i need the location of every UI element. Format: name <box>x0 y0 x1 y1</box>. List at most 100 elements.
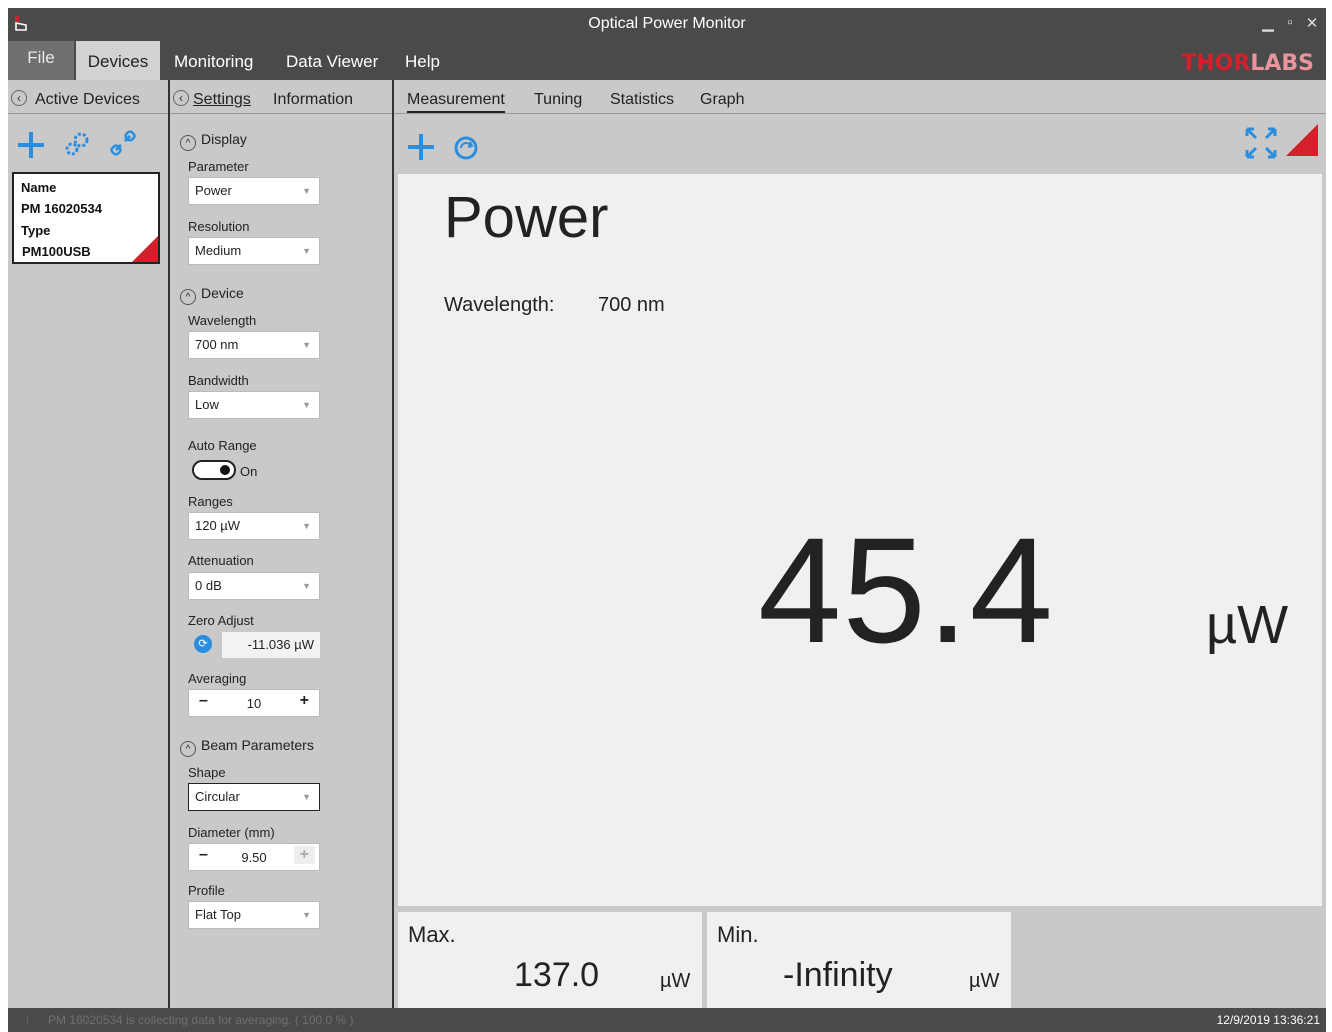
wavelength-display-value: 700 nm <box>598 294 665 316</box>
menu-bar: File Devices Monitoring Data Viewer Help… <box>8 41 1326 80</box>
averaging-label: Averaging <box>188 671 247 686</box>
measurement-panel: Measurement Tuning Statistics Graph Powe… <box>394 80 1326 1010</box>
attenuation-label: Attenuation <box>188 553 254 568</box>
chevron-down-icon: ▼ <box>302 792 311 802</box>
app-window: Optical Power Monitor ▁ ▫ ✕ File Devices… <box>8 8 1326 1032</box>
display-section-toggle[interactable]: ^ Display <box>180 131 247 151</box>
min-value: -Infinity <box>783 956 893 994</box>
active-devices-header: ‹ Active Devices <box>8 80 168 114</box>
measurement-value: 45.4 <box>758 506 1054 674</box>
averaging-increment-button[interactable]: + <box>300 692 309 710</box>
min-stat-box: Min. -Infinity µW <box>707 912 1011 1010</box>
panel-corner-marker <box>1286 124 1318 156</box>
profile-dropdown[interactable]: Flat Top ▼ <box>188 901 320 929</box>
chevron-up-icon: ^ <box>180 741 196 757</box>
thorlabs-logo: THORLABS <box>1181 51 1314 76</box>
main-tabs: Measurement Tuning Statistics Graph <box>394 80 1326 114</box>
maximize-icon[interactable]: ▫ <box>1280 14 1300 31</box>
parameter-label: Parameter <box>188 159 249 174</box>
wavelength-dropdown[interactable]: 700 nm ▼ <box>188 331 320 359</box>
shape-label: Shape <box>188 765 226 780</box>
chevron-down-icon: ▼ <box>302 246 311 256</box>
title-bar: Optical Power Monitor ▁ ▫ ✕ <box>8 8 1326 41</box>
wavelength-display-label: Wavelength: <box>444 294 555 316</box>
bandwidth-dropdown[interactable]: Low ▼ <box>188 391 320 419</box>
beam-section-toggle[interactable]: ^ Beam Parameters <box>180 737 314 757</box>
refresh-icon[interactable] <box>454 136 478 160</box>
chevron-down-icon: ▼ <box>302 400 311 410</box>
tab-measurement[interactable]: Measurement <box>407 91 505 113</box>
menu-help[interactable]: Help <box>405 41 440 80</box>
ranges-dropdown[interactable]: 120 µW ▼ <box>188 512 320 540</box>
active-devices-panel: ‹ Active Devices Name PM 16020534 Type P… <box>8 80 170 1008</box>
zero-adjust-value: -11.036 µW <box>222 632 320 658</box>
settings-panel: ‹ Settings Information ^ Display Paramete… <box>170 80 394 1008</box>
auto-range-toggle[interactable] <box>192 460 236 480</box>
device-card[interactable]: Name PM 16020534 Type PM100USB <box>12 172 160 264</box>
chevron-down-icon: ▼ <box>302 340 311 350</box>
chevron-down-icon: ▼ <box>302 186 311 196</box>
menu-data-viewer[interactable]: Data Viewer <box>286 41 378 80</box>
settings-header: ‹ Settings Information <box>170 80 392 114</box>
close-icon[interactable]: ✕ <box>1302 14 1322 32</box>
parameter-dropdown[interactable]: Power ▼ <box>188 177 320 205</box>
zero-adjust-label: Zero Adjust <box>188 613 254 628</box>
profile-label: Profile <box>188 883 225 898</box>
device-type-label: Type <box>21 223 51 238</box>
resolution-label: Resolution <box>188 219 250 234</box>
menu-monitoring[interactable]: Monitoring <box>174 41 253 80</box>
max-value: 137.0 <box>514 956 600 994</box>
tab-settings[interactable]: Settings <box>193 91 251 109</box>
device-section-toggle[interactable]: ^ Device <box>180 285 244 305</box>
active-devices-title: Active Devices <box>35 91 140 108</box>
fullscreen-icon[interactable] <box>1244 126 1278 160</box>
tab-graph[interactable]: Graph <box>700 91 744 109</box>
device-name-value: PM 16020534 <box>21 201 102 216</box>
add-measurement-icon[interactable] <box>406 132 436 162</box>
menu-devices[interactable]: Devices <box>76 41 160 80</box>
measurement-unit: µW <box>1206 595 1289 655</box>
device-name-label: Name <box>21 180 57 195</box>
averaging-stepper[interactable]: – 10 + <box>188 689 320 717</box>
measurement-display: Power Wavelength: 700 nm 45.4 µW <box>398 174 1322 906</box>
chevron-down-icon: ▼ <box>302 581 311 591</box>
zero-adjust-refresh-icon[interactable]: ⟳ <box>194 635 212 653</box>
add-device-icon[interactable] <box>16 130 46 160</box>
device-settings-icon[interactable] <box>64 130 92 158</box>
menu-file[interactable]: File <box>8 41 74 80</box>
minimize-icon[interactable]: ▁ <box>1258 14 1278 32</box>
status-bar: i PM 16020534 is collecting data for ave… <box>8 1008 1326 1032</box>
collapse-settings-icon[interactable]: ‹ <box>173 90 189 106</box>
shape-dropdown[interactable]: Circular ▼ <box>188 783 320 811</box>
chevron-down-icon: ▼ <box>302 910 311 920</box>
max-stat-box: Max. 137.0 µW <box>398 912 702 1010</box>
max-label: Max. <box>408 922 456 947</box>
diameter-increment-button[interactable]: + <box>293 846 315 864</box>
auto-range-state: On <box>240 464 258 479</box>
info-icon: i <box>26 1012 29 1027</box>
window-title: Optical Power Monitor <box>588 15 746 32</box>
max-unit: µW <box>660 970 691 992</box>
card-corner-marker <box>132 236 158 262</box>
min-label: Min. <box>717 922 759 947</box>
tab-statistics[interactable]: Statistics <box>610 91 674 109</box>
tab-information[interactable]: Information <box>273 91 353 109</box>
connect-link-icon[interactable] <box>110 130 136 158</box>
parameter-title: Power <box>444 185 609 250</box>
resolution-dropdown[interactable]: Medium ▼ <box>188 237 320 265</box>
chevron-down-icon: ▼ <box>302 521 311 531</box>
toggle-knob <box>220 465 230 475</box>
collapse-left-icon[interactable]: ‹ <box>11 90 27 106</box>
min-unit: µW <box>969 970 1000 992</box>
attenuation-dropdown[interactable]: 0 dB ▼ <box>188 572 320 600</box>
bandwidth-label: Bandwidth <box>188 373 249 388</box>
tab-tuning[interactable]: Tuning <box>534 91 582 109</box>
wavelength-label: Wavelength <box>188 313 257 328</box>
status-message: PM 16020534 is collecting data for avera… <box>48 1013 354 1027</box>
diameter-label: Diameter (mm) <box>188 825 275 840</box>
chevron-up-icon: ^ <box>180 289 196 305</box>
diameter-stepper[interactable]: – 9.50 + <box>188 843 320 871</box>
ranges-label: Ranges <box>188 494 233 509</box>
auto-range-label: Auto Range <box>188 438 257 453</box>
device-type-value: PM100USB <box>22 244 91 259</box>
